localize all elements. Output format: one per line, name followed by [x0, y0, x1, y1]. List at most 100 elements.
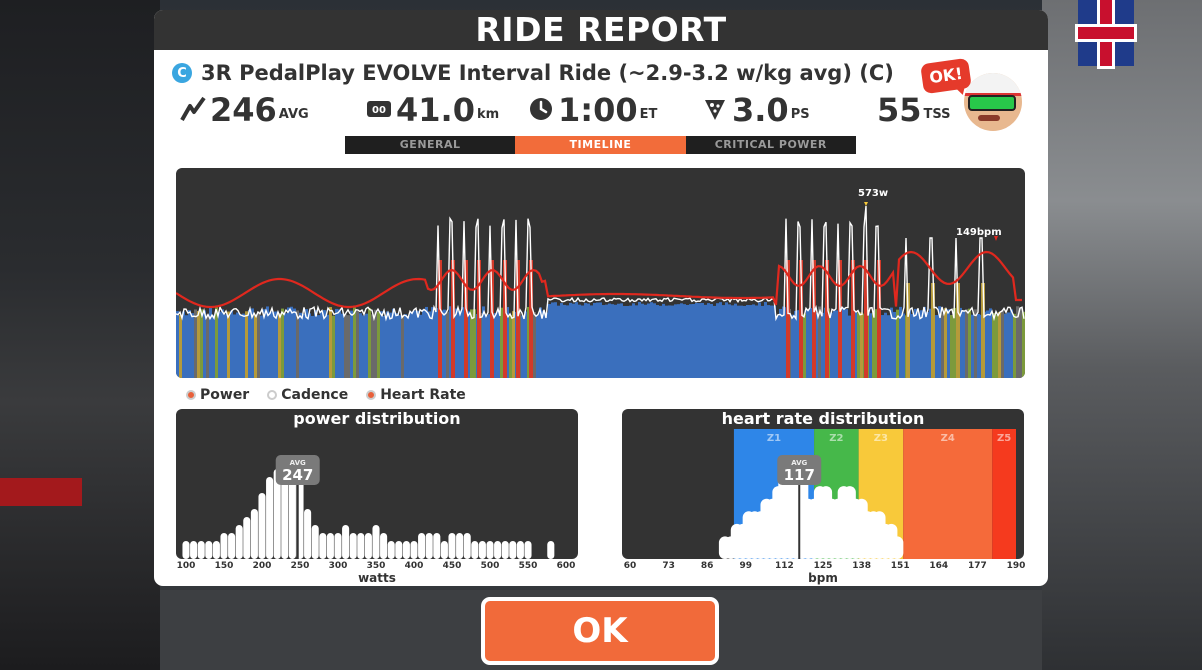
timeline-bar — [698, 303, 701, 378]
timeline-bar — [902, 313, 905, 378]
histogram-bar — [418, 533, 426, 559]
timeline-bar — [524, 311, 527, 378]
ride-report-panel: RIDE REPORT C 3R PedalPlay EVOLVE Interv… — [154, 10, 1048, 586]
timeline-bar — [632, 303, 635, 378]
timeline-bar — [848, 315, 851, 378]
histogram-bar — [516, 541, 524, 559]
tab-timeline[interactable]: TIMELINE — [515, 136, 686, 154]
x-tick-label: 250 — [290, 561, 310, 571]
timeline-bar — [920, 310, 923, 378]
timeline-bar — [989, 308, 992, 378]
avg-marker-value: 247 — [282, 466, 313, 484]
histogram-bar — [266, 477, 274, 559]
timeline-bar — [833, 310, 836, 378]
histogram-bar — [547, 541, 555, 559]
timeline-bar — [758, 302, 761, 378]
stat-elapsed-time: 1:00 ET — [528, 88, 657, 128]
timeline-bar — [359, 313, 362, 378]
timeline-bar — [203, 310, 206, 378]
power-distribution-chart: AVG 247 power distribution — [176, 409, 578, 559]
tab-critical-power[interactable]: CRITICAL POWER — [685, 136, 856, 154]
histogram-bar — [364, 533, 372, 559]
timeline-bar — [935, 315, 938, 378]
histogram-bar — [478, 541, 486, 559]
histogram-bar — [220, 533, 228, 559]
ok-button[interactable]: OK — [481, 597, 719, 665]
legend-heart-rate[interactable]: Heart Rate — [366, 387, 466, 403]
histogram-bar — [372, 525, 380, 559]
timeline-bar — [287, 307, 290, 378]
tss-value: 55 — [877, 91, 922, 129]
timeline-bar — [341, 313, 344, 378]
histogram-bar — [311, 525, 319, 559]
timeline-bar — [725, 302, 728, 378]
timeline-bar — [755, 305, 758, 378]
timeline-bar — [191, 313, 194, 378]
timeline-bar — [263, 309, 266, 378]
union-flag — [1078, 0, 1134, 66]
timeline-bar — [302, 313, 305, 378]
timeline-bar — [293, 308, 296, 378]
histogram-bar — [212, 541, 220, 559]
timeline-bar — [911, 314, 914, 378]
timeline-bar — [857, 312, 860, 378]
svg-text:00: 00 — [372, 105, 386, 116]
timeline-bar — [638, 302, 641, 378]
timeline-bar — [842, 307, 845, 378]
histogram-bar — [486, 541, 494, 559]
timeline-bar — [215, 306, 218, 378]
timeline-bar — [233, 314, 236, 378]
background-right-scene — [1042, 0, 1202, 670]
timeline-bar — [926, 312, 929, 378]
x-tick-label: 151 — [890, 561, 910, 571]
timeline-bar — [314, 310, 317, 378]
timeline-bar — [707, 303, 710, 378]
histogram-bar — [387, 541, 395, 559]
timeline-bar — [614, 304, 617, 378]
timeline-bar — [404, 314, 407, 378]
timeline-bar — [362, 315, 365, 378]
timeline-bar — [611, 304, 614, 378]
histogram-bar — [448, 533, 456, 559]
hr-zone-label: Z5 — [997, 433, 1011, 444]
timeline-bar — [590, 305, 593, 378]
timeline-bar — [869, 313, 872, 378]
timeline-bar — [413, 310, 416, 378]
timeline-bar — [1007, 312, 1010, 378]
timeline-bar — [365, 313, 368, 378]
timeline-bar — [401, 315, 404, 378]
peak-power-label: 573w — [858, 188, 888, 199]
timeline-bar — [731, 305, 734, 378]
power-bolt-icon — [180, 96, 206, 121]
timeline-bar — [719, 302, 722, 378]
timeline-bar — [242, 313, 245, 378]
legend-cadence[interactable]: Cadence — [267, 387, 348, 403]
timeline-bar — [461, 307, 464, 378]
timeline-bar — [407, 315, 410, 378]
histogram-bar — [235, 525, 243, 559]
category-badge: C — [172, 63, 192, 83]
timeline-bar — [398, 315, 401, 378]
timeline-bar — [497, 310, 500, 378]
timeline-bar — [950, 315, 953, 378]
tab-general[interactable]: GENERAL — [345, 136, 516, 154]
x-tick-label: 138 — [852, 561, 871, 571]
timeline-bar — [575, 302, 578, 378]
ride-name-row: C 3R PedalPlay EVOLVE Interval Ride (~2.… — [172, 58, 894, 88]
timeline-bar — [470, 309, 473, 378]
peak-hr-label: 149bpm — [956, 227, 1002, 238]
timeline-bar — [290, 306, 293, 378]
histogram-bar — [433, 533, 441, 559]
timeline-bar — [494, 312, 497, 378]
power-legend-dot — [186, 390, 196, 400]
timeline-bar — [425, 306, 428, 378]
timeline-bar — [326, 314, 329, 378]
legend-power[interactable]: Power — [186, 387, 249, 403]
timeline-bar — [281, 308, 284, 378]
timeline-bar — [704, 304, 707, 378]
histogram-bar — [250, 509, 258, 559]
timeline-bar — [722, 305, 725, 378]
timeline-bar — [965, 309, 968, 378]
histogram-bar — [243, 517, 251, 559]
timeline-bar — [329, 307, 332, 378]
